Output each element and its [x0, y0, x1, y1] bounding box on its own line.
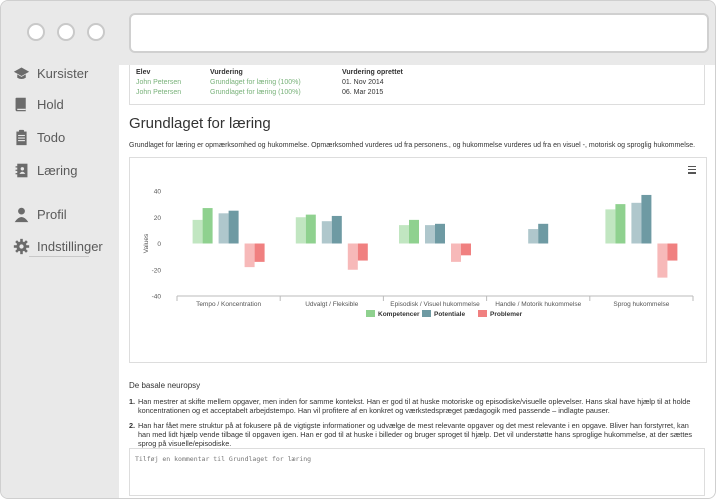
student-link[interactable]: John Petersen: [136, 89, 181, 96]
sidebar-item-label: Kursister: [37, 66, 89, 81]
assessment-link[interactable]: Grundlaget for læring (100%): [210, 89, 301, 96]
created-date: 01. Nov 2014: [342, 79, 384, 86]
bar: [667, 243, 678, 261]
gear-icon: [13, 238, 30, 255]
student-link[interactable]: John Petersen: [136, 79, 181, 86]
clipboard-icon: [16, 129, 27, 146]
sidebar-item-laering[interactable]: Læring: [13, 162, 77, 179]
bar: [615, 204, 626, 244]
sidebar-item-indstillinger[interactable]: Indstillinger: [13, 238, 103, 255]
list-item: 1. Han mestrer at skifte mellem opgaver,…: [129, 397, 695, 415]
legend-label: Potentiale: [434, 311, 465, 318]
bar: [321, 221, 332, 244]
bar: [228, 210, 239, 244]
sidebar-item-label: Profil: [37, 207, 67, 222]
x-tick-label: Tempo / Koncentration: [196, 301, 261, 308]
notes-heading: De basale neuropsy: [129, 381, 201, 390]
bar: [641, 194, 652, 244]
bar: [538, 223, 549, 244]
bar: [657, 243, 668, 278]
bar: [192, 219, 203, 244]
user-icon: [14, 207, 29, 223]
bar: [631, 202, 642, 244]
bar: [244, 243, 255, 268]
x-tick-label: Udvalgt / Fleksible: [305, 301, 358, 308]
list-item: 2. Han har fået mere struktur på at foku…: [129, 421, 695, 448]
x-tick-label: Episodisk / Visuel hukommelse: [390, 301, 480, 308]
sidebar-item-label: Læring: [37, 163, 78, 178]
legend-swatch: [478, 310, 487, 317]
browser-chrome: [1, 1, 715, 65]
window-maximize-button[interactable]: [87, 23, 105, 41]
sidebar-item-hold[interactable]: Hold: [13, 96, 64, 113]
legend-swatch: [422, 310, 431, 317]
bar: [399, 225, 409, 244]
created-date: 06. Mar 2015: [342, 89, 384, 96]
sidebar-item-kursister[interactable]: Kursister: [13, 65, 88, 82]
sidebar-item-label: Indstillinger: [37, 239, 103, 254]
bar: [331, 215, 342, 244]
sidebar-item-label: Todo: [37, 130, 66, 145]
table-header: Elev: [136, 69, 151, 76]
list-item-text: Han mestrer at skifte mellem opgaver, me…: [138, 397, 691, 415]
bar: [305, 214, 316, 244]
y-tick-label: -20: [152, 267, 162, 274]
bar: [425, 225, 435, 244]
chart-container: 40 20 0 -20 -40 Values Tempo / Koncentration Ud…: [129, 157, 707, 363]
bar: [295, 217, 306, 244]
y-tick-label: 0: [157, 241, 161, 248]
sidebar: Kursister Hold Todo Læring Profil Indsti…: [1, 65, 119, 498]
graduation-cap-icon: [13, 67, 30, 80]
notes-list: 1. Han mestrer at skifte mellem opgaver,…: [129, 397, 695, 454]
sidebar-divider: [29, 256, 89, 257]
table-header: Vurdering oprettet: [342, 69, 403, 76]
address-book-icon: [15, 163, 28, 178]
sidebar-item-profil[interactable]: Profil: [13, 206, 67, 223]
assessment-link[interactable]: Grundlaget for læring (100%): [210, 79, 301, 86]
window-minimize-button[interactable]: [57, 23, 75, 41]
assessment-table: Elev Vurdering Vurdering oprettet John P…: [129, 65, 705, 105]
comment-input[interactable]: [129, 448, 705, 496]
legend-label: Kompetencer: [378, 311, 420, 318]
legend-swatch: [366, 310, 375, 317]
bar: [254, 243, 265, 262]
bar: [357, 243, 368, 261]
bar: [218, 213, 229, 244]
bar: [435, 223, 445, 244]
list-item-number: 2.: [129, 421, 136, 430]
bar: [528, 229, 539, 244]
bar: [461, 243, 471, 256]
y-tick-label: 20: [154, 215, 162, 222]
bar: [347, 243, 358, 270]
bar: [409, 219, 419, 244]
y-tick-label: 40: [154, 189, 162, 196]
main-content: Elev Vurdering Vurdering oprettet John P…: [119, 65, 715, 498]
window-close-button[interactable]: [27, 23, 45, 41]
bar: [451, 243, 461, 262]
x-tick-label: Handle / Motorik hukommelse: [495, 301, 581, 308]
x-tick-label: Sprog hukommelse: [613, 301, 669, 308]
bar: [605, 209, 616, 244]
sidebar-item-todo[interactable]: Todo: [13, 129, 65, 146]
sidebar-item-label: Hold: [37, 97, 64, 112]
legend-label: Problemer: [490, 311, 523, 318]
section-description: Grundlaget for læring er opmærksomhed og…: [129, 142, 696, 149]
list-item-number: 1.: [129, 397, 136, 406]
book-icon: [15, 97, 26, 112]
table-header: Vurdering: [210, 69, 243, 76]
bar-chart: 40 20 0 -20 -40 Values Tempo / Koncentration Ud…: [143, 189, 694, 318]
list-item-text: Han har fået mere struktur på at fokuser…: [138, 421, 693, 448]
browser-window: Kursister Hold Todo Læring Profil Indsti…: [0, 0, 716, 499]
bar: [202, 208, 213, 244]
address-bar[interactable]: [129, 13, 709, 53]
y-tick-label: -40: [152, 294, 162, 301]
y-axis-label: Values: [143, 233, 150, 253]
section-title: Grundlaget for læring: [129, 115, 271, 132]
